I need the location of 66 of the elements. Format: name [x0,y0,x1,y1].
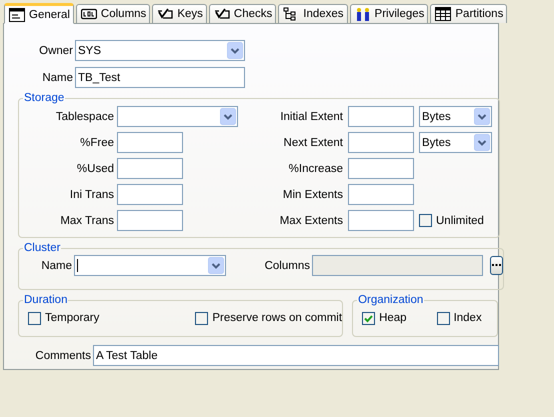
owner-select[interactable]: SYS [75,40,245,61]
field-label: Next Extent [282,136,343,148]
option-checkbox[interactable]: Index [436,312,482,324]
field-label: Name [40,260,72,272]
input-field[interactable] [117,158,183,179]
field-label: Initial Extent [279,110,343,122]
group-title: Duration [23,294,68,306]
field-label: Max Trans [59,214,114,226]
checkbox-icon[interactable] [419,214,432,227]
users-icon [354,7,371,21]
field-label: Columns [264,260,310,272]
checkbox-icon[interactable] [28,312,41,324]
field-label: %Free [79,136,114,148]
tab[interactable]: Columns [76,4,150,23]
input-field[interactable] [348,132,414,153]
tab[interactable]: General [4,3,74,24]
checkbox-icon[interactable] [436,312,450,324]
field-label: Tablespace [54,110,114,122]
group-title: Storage [23,92,66,104]
cluster-name-select[interactable] [74,255,226,276]
unit-select[interactable]: Bytes [419,106,492,127]
input-field[interactable] [348,184,414,205]
tab[interactable]: Checks [208,4,276,23]
name-field[interactable]: TB_Test [75,67,245,88]
input-field[interactable] [117,184,183,205]
chevron-icon [227,42,243,59]
input-field[interactable] [348,210,414,231]
tab[interactable]: Indexes [278,4,348,23]
input-field[interactable] [117,132,183,153]
chevron-icon [208,257,224,274]
unlimited-checkbox[interactable]: Unlimited [419,214,492,227]
field-label: Max Extents [278,214,343,226]
browse-button[interactable] [490,256,503,275]
option-checkbox[interactable]: Temporary [28,312,100,324]
input-field[interactable] [117,210,183,231]
tab[interactable]: Keys [152,4,207,23]
field-label: Min Extents [282,188,343,200]
field-label: %Increase [288,162,343,174]
input-field[interactable] [348,106,414,127]
checkmark-icon [157,7,174,21]
tab[interactable]: Privileges [350,4,428,23]
group-title: Organization [357,294,424,306]
unit-select[interactable]: Bytes [419,132,492,153]
window-icon [9,8,25,22]
chevron-icon [220,108,236,125]
field-label: Name [41,72,73,84]
field-label: Ini Trans [68,188,114,200]
comments-field[interactable]: A Test Table [93,345,499,366]
columns-icon [80,7,97,21]
table-icon [435,7,452,21]
checkbox-icon[interactable] [195,312,208,324]
tablespace-select[interactable] [117,106,238,127]
group-title: Cluster [23,242,62,254]
field-label: Comments [34,350,91,362]
text-cursor [77,259,78,272]
input-field[interactable] [348,158,414,179]
chevron-icon [474,108,490,125]
checkmark-icon [214,7,230,21]
ellipsis-icon [492,264,501,267]
field-label: Owner [38,44,73,56]
option-checkbox[interactable]: Heap [362,312,407,324]
field-label: %Used [76,162,114,174]
chevron-icon [474,134,490,151]
tab[interactable]: Partitions [430,4,508,23]
checkbox-icon[interactable] [362,312,376,324]
option-checkbox[interactable]: Preserve rows on commit [195,312,342,324]
